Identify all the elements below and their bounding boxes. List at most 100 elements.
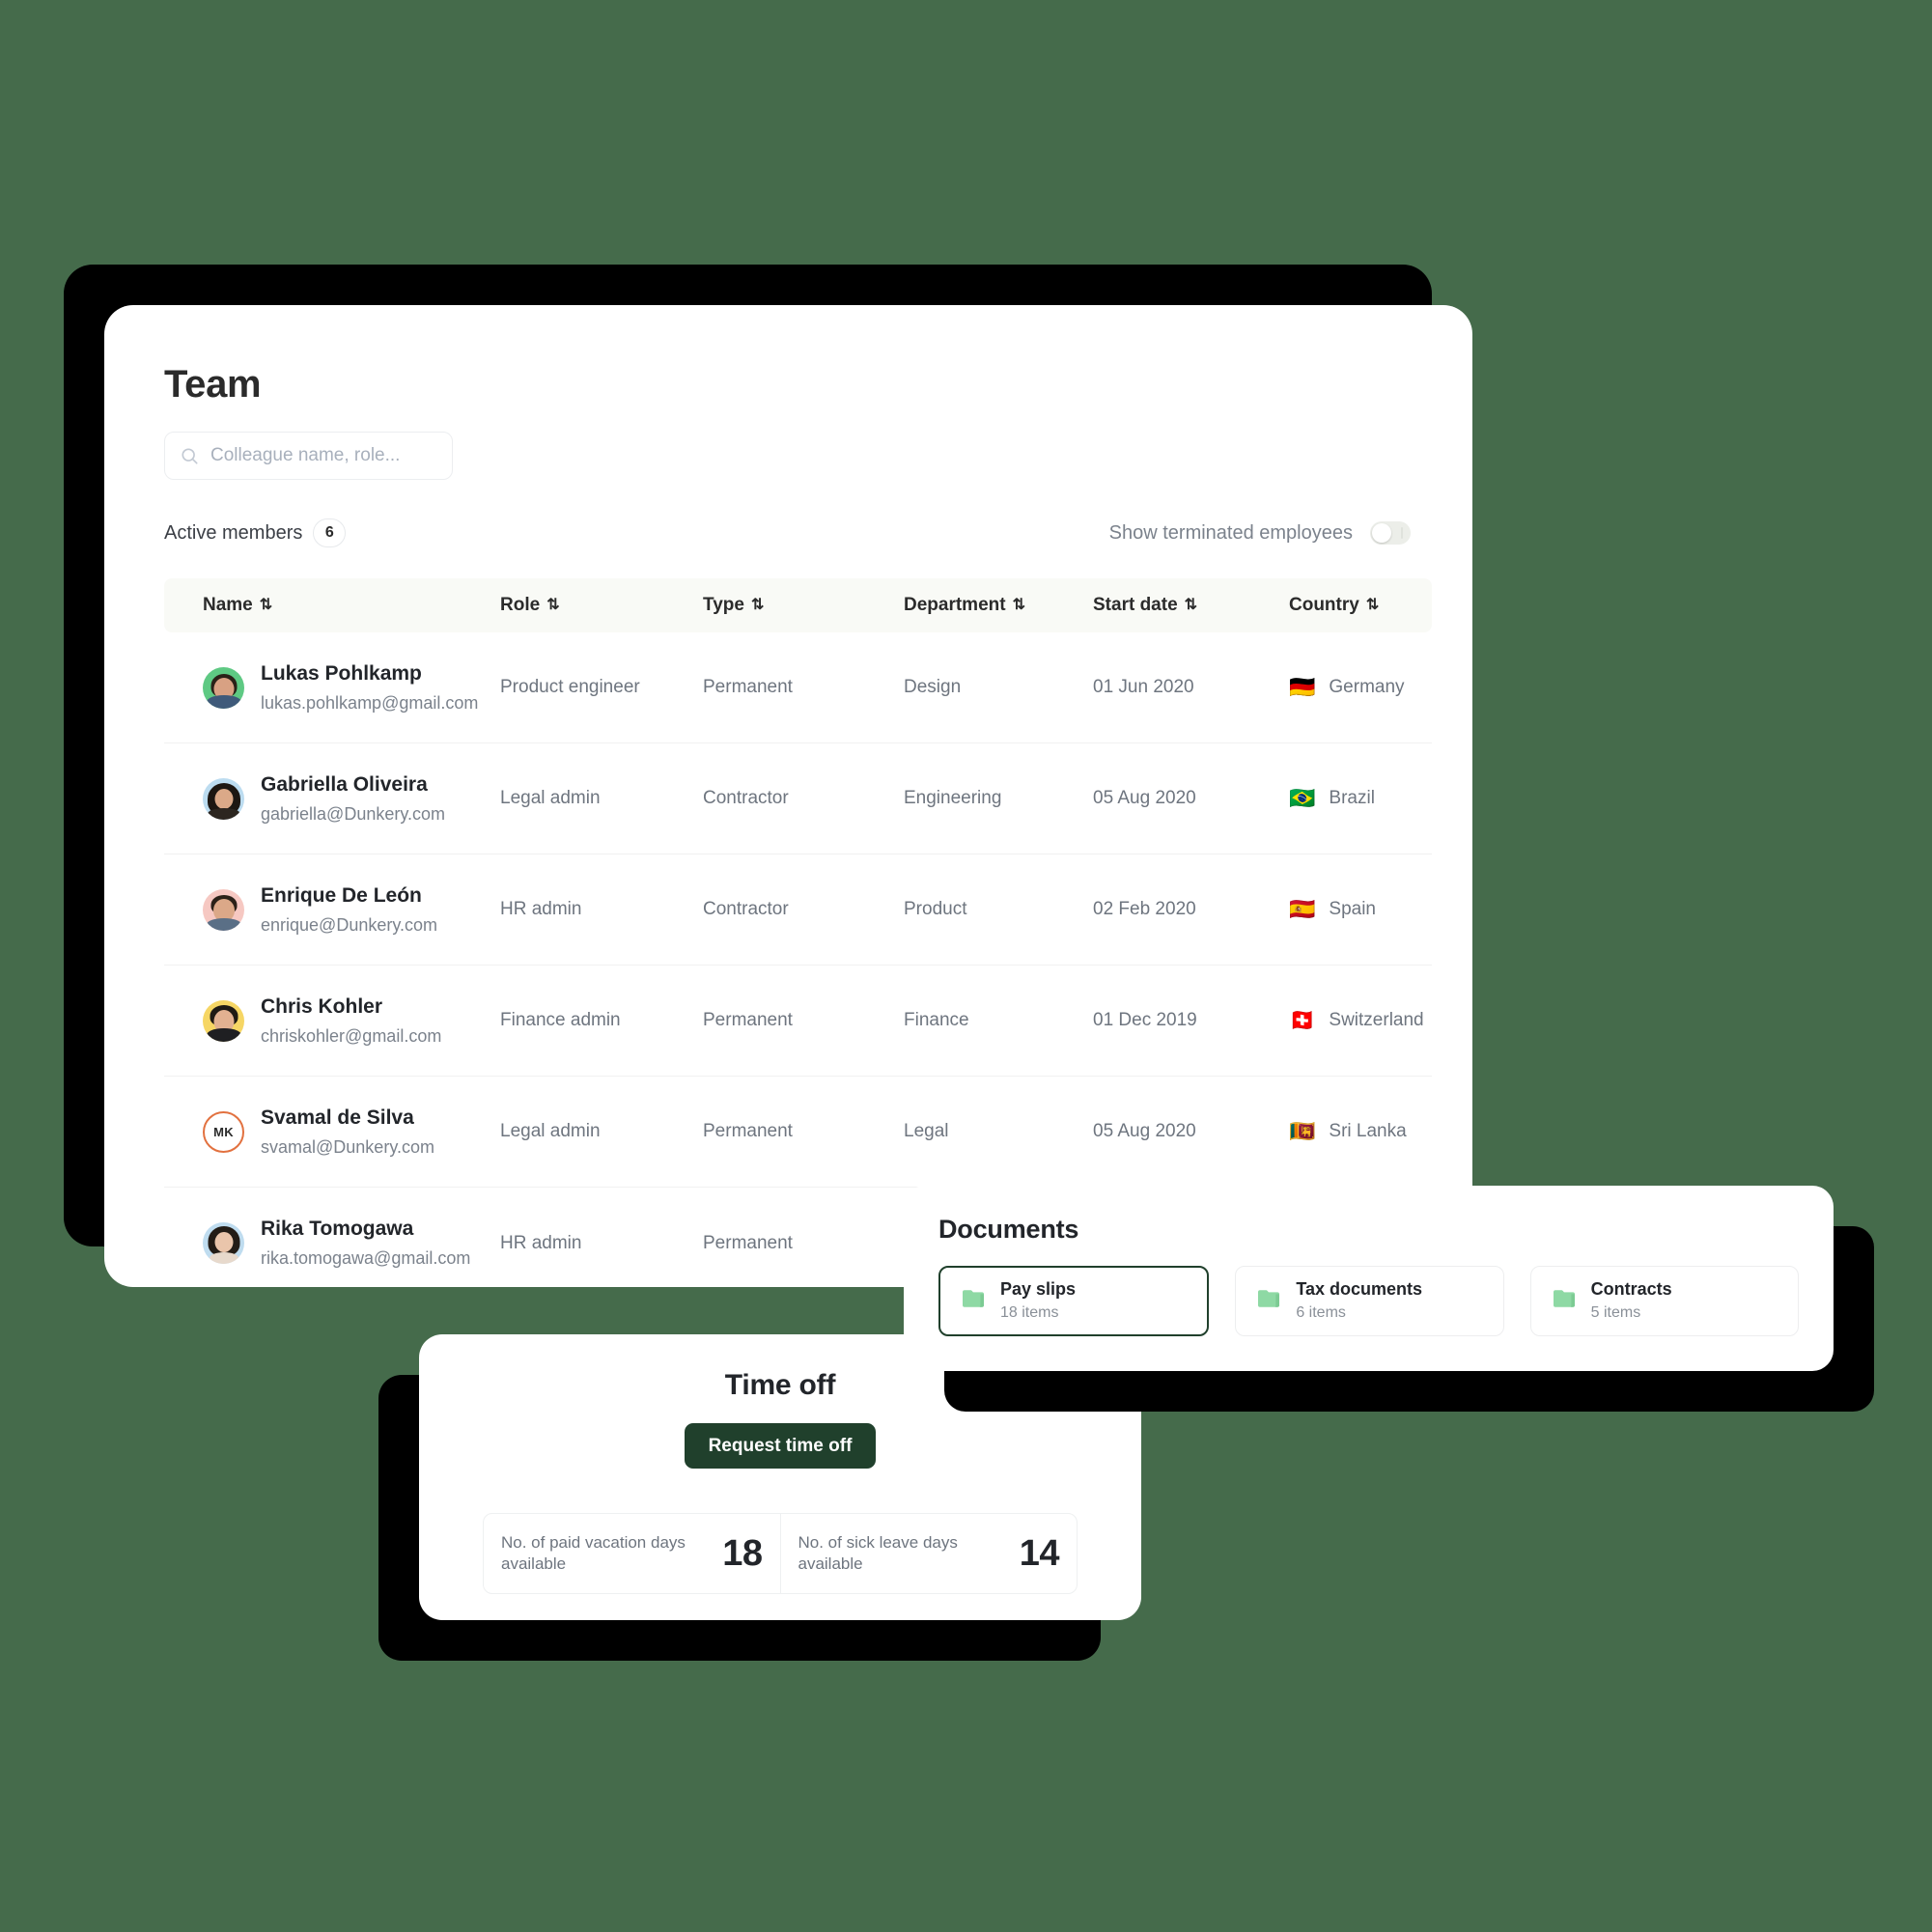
member-country-label: Sri Lanka bbox=[1329, 1121, 1407, 1141]
show-terminated-toggle[interactable] bbox=[1370, 521, 1411, 545]
folder-count: 5 items bbox=[1590, 1304, 1641, 1322]
member-role: HR admin bbox=[500, 1232, 582, 1253]
member-email: gabriella@Dunkery.com bbox=[261, 803, 446, 824]
folder-tile-pay-slips[interactable]: Pay slips 18 items bbox=[938, 1266, 1210, 1336]
stat-value: 14 bbox=[1019, 1533, 1060, 1574]
sort-icon[interactable]: ⇅ bbox=[260, 598, 272, 613]
member-name: Chris Kohler bbox=[261, 994, 383, 1018]
flag-icon: 🇧🇷 bbox=[1289, 786, 1316, 810]
folder-icon bbox=[962, 1289, 985, 1314]
documents-title: Documents bbox=[938, 1215, 1079, 1244]
avatar-initials: MK bbox=[203, 1110, 244, 1153]
avatar bbox=[203, 777, 244, 820]
request-time-off-button[interactable]: Request time off bbox=[684, 1423, 877, 1469]
sort-icon[interactable]: ⇅ bbox=[751, 598, 764, 613]
member-text: Gabriella Oliveira gabriella@Dunkery.com bbox=[261, 772, 445, 826]
member-email: svamal@Dunkery.com bbox=[261, 1136, 434, 1157]
sort-icon[interactable]: ⇅ bbox=[1013, 598, 1025, 613]
table-row[interactable]: MK Svamal de Silva svamal@Dunkery.com Le… bbox=[164, 1077, 1432, 1188]
toggle-track-mark bbox=[1401, 527, 1403, 539]
flag-icon: 🇩🇪 bbox=[1289, 675, 1316, 699]
member-text: Lukas Pohlkamp lukas.pohlkamp@gmail.com bbox=[261, 661, 478, 714]
toggle-knob bbox=[1372, 523, 1391, 543]
member-country: 🇪🇸 Spain bbox=[1289, 899, 1432, 920]
column-header-type[interactable]: Type ⇅ bbox=[703, 595, 904, 616]
column-header-department[interactable]: Department ⇅ bbox=[904, 595, 1093, 616]
avatar bbox=[203, 666, 244, 709]
member-email: enrique@Dunkery.com bbox=[261, 914, 438, 935]
member-role: Legal admin bbox=[500, 788, 601, 808]
column-header-type-label: Type bbox=[703, 595, 744, 615]
stat-value: 18 bbox=[722, 1533, 763, 1574]
column-header-name[interactable]: Name ⇅ bbox=[164, 595, 500, 616]
member-country: 🇱🇰 Sri Lanka bbox=[1289, 1121, 1432, 1142]
team-card: Team Active members 6 Show terminated em… bbox=[104, 305, 1472, 1287]
flag-icon: 🇪🇸 bbox=[1289, 897, 1316, 921]
page-title: Team bbox=[164, 363, 262, 406]
folder-text: Tax documents 6 items bbox=[1296, 1279, 1422, 1321]
member-country-label: Germany bbox=[1329, 677, 1405, 697]
column-header-department-label: Department bbox=[904, 595, 1006, 615]
table-row[interactable]: Gabriella Oliveira gabriella@Dunkery.com… bbox=[164, 743, 1432, 854]
sort-icon[interactable]: ⇅ bbox=[546, 598, 559, 613]
column-header-name-label: Name bbox=[203, 595, 253, 615]
member-role: HR admin bbox=[500, 899, 582, 919]
search-box[interactable] bbox=[164, 432, 453, 480]
member-country-label: Spain bbox=[1329, 899, 1377, 919]
table-meta-row: Active members 6 Show terminated employe… bbox=[164, 518, 1413, 547]
member-country-label: Switzerland bbox=[1329, 1010, 1424, 1030]
table-row[interactable]: Enrique De León enrique@Dunkery.com HR a… bbox=[164, 854, 1432, 966]
stat-label: No. of paid vacation days available bbox=[501, 1532, 686, 1573]
time-off-stats: No. of paid vacation days available 18 N… bbox=[483, 1513, 1078, 1594]
member-identity: Lukas Pohlkamp lukas.pohlkamp@gmail.com bbox=[164, 661, 500, 714]
folder-count: 18 items bbox=[1000, 1304, 1059, 1322]
member-start-date: 01 Dec 2019 bbox=[1093, 1010, 1197, 1030]
documents-card: Documents Pay slips 18 items Tax documen… bbox=[904, 1186, 1834, 1371]
screenshot-stage: Team Active members 6 Show terminated em… bbox=[0, 0, 1932, 1932]
member-text: Chris Kohler chriskohler@gmail.com bbox=[261, 994, 441, 1048]
folder-tile-tax-documents[interactable]: Tax documents 6 items bbox=[1235, 1266, 1504, 1336]
member-identity: Rika Tomogawa rika.tomogawa@gmail.com bbox=[164, 1217, 500, 1270]
member-identity: Chris Kohler chriskohler@gmail.com bbox=[164, 994, 500, 1048]
folder-icon bbox=[1257, 1289, 1280, 1314]
column-header-start-date-label: Start date bbox=[1093, 595, 1178, 615]
member-type: Permanent bbox=[703, 677, 793, 697]
member-email: rika.tomogawa@gmail.com bbox=[261, 1248, 471, 1269]
member-start-date: 02 Feb 2020 bbox=[1093, 899, 1196, 919]
member-type: Permanent bbox=[703, 1121, 793, 1141]
table-row[interactable]: Chris Kohler chriskohler@gmail.com Finan… bbox=[164, 966, 1432, 1077]
member-country: 🇧🇷 Brazil bbox=[1289, 788, 1432, 809]
stat-label: No. of sick leave days available bbox=[798, 1532, 958, 1573]
avatar bbox=[203, 1222, 244, 1264]
active-members-label: Active members bbox=[164, 521, 303, 544]
terminated-toggle-wrap[interactable]: Show terminated employees bbox=[1109, 521, 1411, 545]
folder-tile-contracts[interactable]: Contracts 5 items bbox=[1529, 1266, 1799, 1336]
active-members-count: 6 bbox=[313, 518, 347, 547]
column-header-role[interactable]: Role ⇅ bbox=[500, 595, 703, 616]
time-off-card: Time off Request time off No. of paid va… bbox=[419, 1334, 1141, 1620]
member-department: Finance bbox=[904, 1010, 969, 1030]
member-type: Permanent bbox=[703, 1232, 793, 1253]
member-type: Contractor bbox=[703, 899, 789, 919]
member-name: Gabriella Oliveira bbox=[261, 772, 428, 796]
search-icon bbox=[181, 447, 199, 465]
folder-text: Contracts 5 items bbox=[1590, 1279, 1672, 1322]
column-header-start-date[interactable]: Start date ⇅ bbox=[1093, 595, 1289, 616]
folder-name: Contracts bbox=[1590, 1279, 1672, 1300]
member-start-date: 01 Jun 2020 bbox=[1093, 677, 1194, 697]
member-email: chriskohler@gmail.com bbox=[261, 1025, 442, 1046]
sort-icon[interactable]: ⇅ bbox=[1185, 598, 1197, 613]
table-row[interactable]: Lukas Pohlkamp lukas.pohlkamp@gmail.com … bbox=[164, 632, 1432, 743]
column-header-country-label: Country bbox=[1289, 595, 1359, 615]
member-email: lukas.pohlkamp@gmail.com bbox=[261, 692, 479, 713]
folder-icon bbox=[1553, 1289, 1576, 1314]
search-input[interactable] bbox=[210, 445, 436, 466]
member-name: Lukas Pohlkamp bbox=[261, 661, 422, 685]
member-type: Contractor bbox=[703, 788, 789, 808]
folder-text: Pay slips 18 items bbox=[1000, 1279, 1076, 1322]
sort-icon[interactable]: ⇅ bbox=[1366, 598, 1379, 613]
member-identity: Gabriella Oliveira gabriella@Dunkery.com bbox=[164, 772, 500, 826]
column-header-country[interactable]: Country ⇅ bbox=[1289, 595, 1432, 616]
member-text: Svamal de Silva svamal@Dunkery.com bbox=[261, 1106, 434, 1159]
member-country-label: Brazil bbox=[1329, 788, 1375, 808]
